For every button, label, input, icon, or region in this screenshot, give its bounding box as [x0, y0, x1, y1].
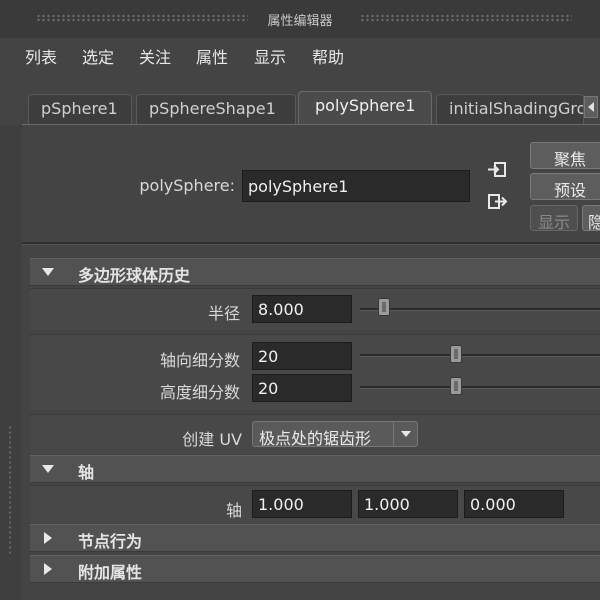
radius-field[interactable]: 8.000 — [252, 295, 352, 323]
title-grip-right — [360, 14, 572, 22]
section-poly-sphere-history[interactable]: 多边形球体历史 — [30, 258, 600, 286]
section-axis[interactable]: 轴 — [30, 455, 600, 483]
node-name-label: polySphere: — [139, 176, 235, 195]
axis-x-field[interactable]: 1.000 — [252, 490, 352, 518]
create-uv-dropdown[interactable]: 极点处的锯齿形 — [252, 421, 418, 448]
left-dock-edge — [0, 125, 22, 600]
tab-scroll-left-button[interactable] — [584, 96, 598, 118]
section-title: 节点行为 — [78, 532, 143, 551]
radius-slider-track[interactable] — [360, 308, 600, 311]
input-connections-icon[interactable] — [487, 160, 507, 178]
menu-list[interactable]: 列表 — [25, 44, 57, 68]
chevron-down-icon — [393, 422, 417, 446]
tab-psphere1[interactable]: pSphere1 — [28, 94, 132, 124]
tab-psphereshape1[interactable]: pSphereShape1 — [136, 94, 296, 124]
hide-button[interactable]: 隐 — [582, 205, 600, 232]
focus-button[interactable]: 聚焦 — [530, 142, 600, 169]
section-title: 轴 — [78, 463, 95, 482]
height-divisions-slider-track[interactable] — [360, 386, 600, 389]
axis-divisions-slider-handle[interactable] — [450, 345, 462, 363]
tab-polysphere1[interactable]: polySphere1 — [298, 91, 432, 125]
height-divisions-label: 高度细分数 — [159, 383, 240, 402]
section-title: 多边形球体历史 — [78, 266, 191, 285]
presets-button[interactable]: 预设 — [530, 173, 600, 200]
collapse-arrow-icon — [42, 268, 54, 276]
menu-focus[interactable]: 关注 — [139, 44, 171, 68]
header-separator — [22, 242, 600, 245]
axis-divisions-label: 轴向细分数 — [159, 351, 240, 370]
menu-help[interactable]: 帮助 — [312, 44, 344, 68]
tab-initialshadinggroup[interactable]: initialShadingGrou — [436, 94, 584, 124]
expand-arrow-icon — [44, 532, 52, 544]
menu-select[interactable]: 选定 — [82, 44, 114, 68]
axis-z-field[interactable]: 0.000 — [464, 490, 564, 518]
create-uv-label: 创建 UV — [182, 430, 242, 449]
title-bar[interactable]: 属性编辑器 — [0, 0, 600, 38]
expand-arrow-icon — [44, 563, 52, 575]
collapse-arrow-icon — [42, 465, 54, 473]
show-button[interactable]: 显示 — [530, 205, 578, 232]
axis-label: 轴 — [225, 501, 242, 520]
menu-attributes[interactable]: 属性 — [196, 44, 228, 68]
radius-slider-handle[interactable] — [378, 298, 390, 316]
section-title: 附加属性 — [78, 563, 143, 582]
output-connections-icon[interactable] — [487, 192, 508, 210]
dock-grip — [8, 425, 12, 555]
radius-label: 半径 — [207, 304, 240, 323]
height-divisions-field[interactable]: 20 — [252, 374, 352, 402]
axis-y-field[interactable]: 1.000 — [358, 490, 458, 518]
create-uv-value: 极点处的锯齿形 — [259, 429, 372, 448]
section-node-behavior[interactable]: 节点行为 — [30, 524, 600, 552]
axis-divisions-field[interactable]: 20 — [252, 342, 352, 370]
axis-divisions-slider-track[interactable] — [360, 354, 600, 357]
node-tab-bar: pSphere1 pSphereShape1 polySphere1 initi… — [0, 80, 600, 125]
chevron-left-icon — [588, 102, 594, 112]
node-name-field[interactable]: polySphere1 — [242, 170, 470, 202]
section-extra-attributes[interactable]: 附加属性 — [30, 555, 600, 583]
height-divisions-slider-handle[interactable] — [450, 377, 462, 395]
menu-bar: 列表 选定 关注 属性 显示 帮助 — [0, 38, 600, 72]
menu-show[interactable]: 显示 — [254, 44, 286, 68]
